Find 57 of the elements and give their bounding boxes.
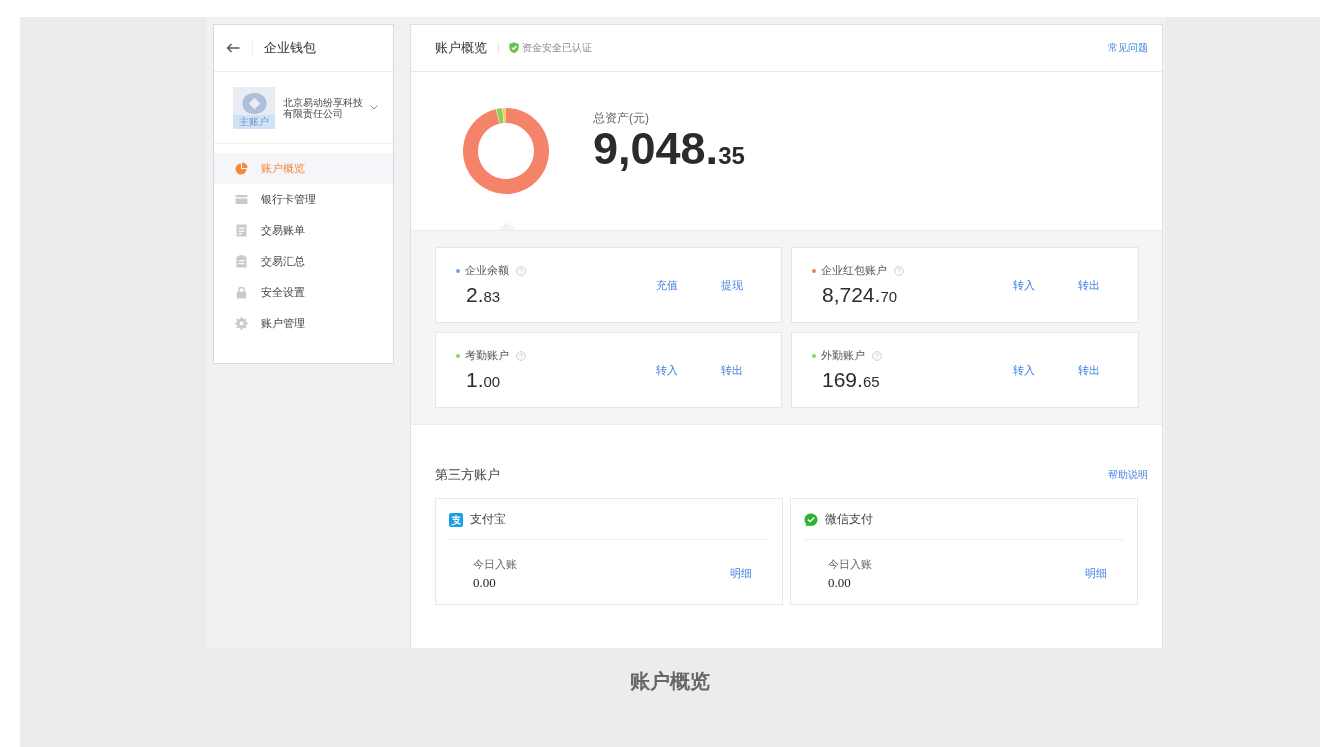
help-icon[interactable] [516,265,526,276]
balance-label: 企业余额 [465,263,509,278]
balance-amount: 1.00 [466,367,501,393]
chevron-down-icon[interactable] [370,105,378,110]
sidebar-item[interactable]: 账户概览 [214,153,393,184]
payment-name: 微信支付 [825,511,873,528]
action-link[interactable]: 转出 [721,362,743,378]
help-icon[interactable] [894,265,904,276]
balance-label: 考勤账户 [465,348,509,363]
company-name: 北京易动纷享科技有限责任公司 [283,96,364,119]
sidebar-item[interactable]: 账户管理 [214,308,393,339]
square-logo-icon [449,512,463,527]
check-bubble-icon [804,512,818,527]
lock-icon [235,286,248,299]
today-income-amount: 0.00 [473,574,496,592]
balance-amount: 2.83 [466,282,501,308]
shield-check-icon [509,42,519,54]
action-link[interactable]: 充值 [656,277,678,293]
action-link[interactable]: 转入 [1013,362,1035,378]
balance-amount: 169.65 [822,367,880,393]
faq-link[interactable]: 常见问题 [1108,41,1148,55]
balance-label: 外勤账户 [821,348,865,363]
caption-title: 账户概览 [630,669,710,694]
action-link[interactable]: 转入 [1013,277,1035,293]
pie-chart-icon [235,162,248,175]
action-link[interactable]: 提现 [721,277,743,293]
today-income-label: 今日入账 [828,557,872,571]
payment-name: 支付宝 [470,511,506,528]
section-title: 第三方账户 [435,466,500,484]
help-link[interactable]: 帮助说明 [1108,468,1148,482]
help-icon[interactable] [872,350,882,361]
help-icon[interactable] [516,350,526,361]
balance-label: 企业红包账户 [821,263,887,278]
sidebar-item[interactable]: 交易汇总 [214,246,393,277]
sidebar-title: 企业钱包 [264,39,316,57]
action-link[interactable]: 转出 [1078,362,1100,378]
action-link[interactable]: 转入 [656,362,678,378]
clipboard-icon [235,255,248,268]
security-note: 资金安全已认证 [522,41,592,55]
action-link[interactable]: 转出 [1078,277,1100,293]
settings-icon [235,317,248,330]
today-income-amount: 0.00 [828,574,851,592]
document-icon [235,224,248,237]
sidebar-item[interactable]: 银行卡管理 [214,184,393,215]
sidebar-item[interactable]: 交易账单 [214,215,393,246]
sidebar-item[interactable]: 安全设置 [214,277,393,308]
back-arrow-icon[interactable] [226,43,240,53]
total-assets-amount: 9,048.35 [593,126,745,176]
today-income-label: 今日入账 [473,557,517,571]
diamond-logo-icon [241,92,267,114]
balance-amount: 8,724.70 [822,282,898,308]
account-badge: 主账户 [233,114,275,129]
detail-link[interactable]: 明细 [1085,565,1107,581]
total-assets-label: 总资产(元) [593,110,649,126]
page-title: 账户概览 [435,39,487,57]
detail-link[interactable]: 明细 [730,565,752,581]
card-icon [235,193,248,206]
